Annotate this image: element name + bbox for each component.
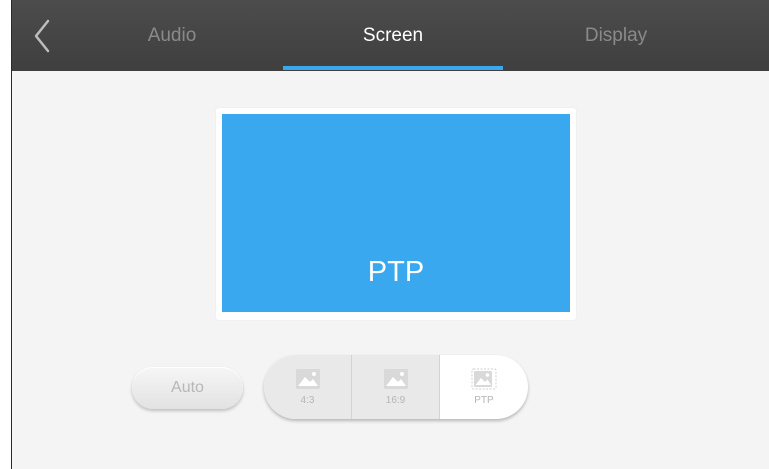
preview-mode-label: PTP [367, 256, 425, 288]
screen-preview: PTP [216, 108, 576, 320]
aspect-option-label: 16:9 [385, 395, 406, 406]
auto-button[interactable]: Auto [132, 367, 243, 409]
aspect-option-label: 4:3 [300, 395, 315, 406]
aspect-option-label: PTP [474, 395, 494, 406]
active-tab-indicator [283, 66, 503, 70]
chevron-left-icon [34, 19, 50, 53]
screen-settings-panel: Audio Screen Display PTP Auto 4:3 16:9 P… [11, 0, 769, 469]
aspect-ratio-selector: 4:3 16:9 PTP [264, 355, 528, 419]
aspect-option-ptp[interactable]: PTP [440, 355, 528, 419]
aspect-option-4-3[interactable]: 4:3 [264, 355, 352, 419]
back-button[interactable] [28, 18, 58, 54]
tab-audio[interactable]: Audio [122, 0, 222, 71]
aspect-option-16-9[interactable]: 16:9 [352, 355, 440, 419]
tab-display[interactable]: Display [566, 0, 666, 71]
image-ptp-icon [471, 368, 497, 390]
top-bar: Audio Screen Display [12, 0, 769, 71]
image-icon [383, 369, 408, 389]
preview-display-area: PTP [222, 114, 570, 312]
tab-screen[interactable]: Screen [343, 0, 443, 71]
image-icon [295, 369, 320, 389]
